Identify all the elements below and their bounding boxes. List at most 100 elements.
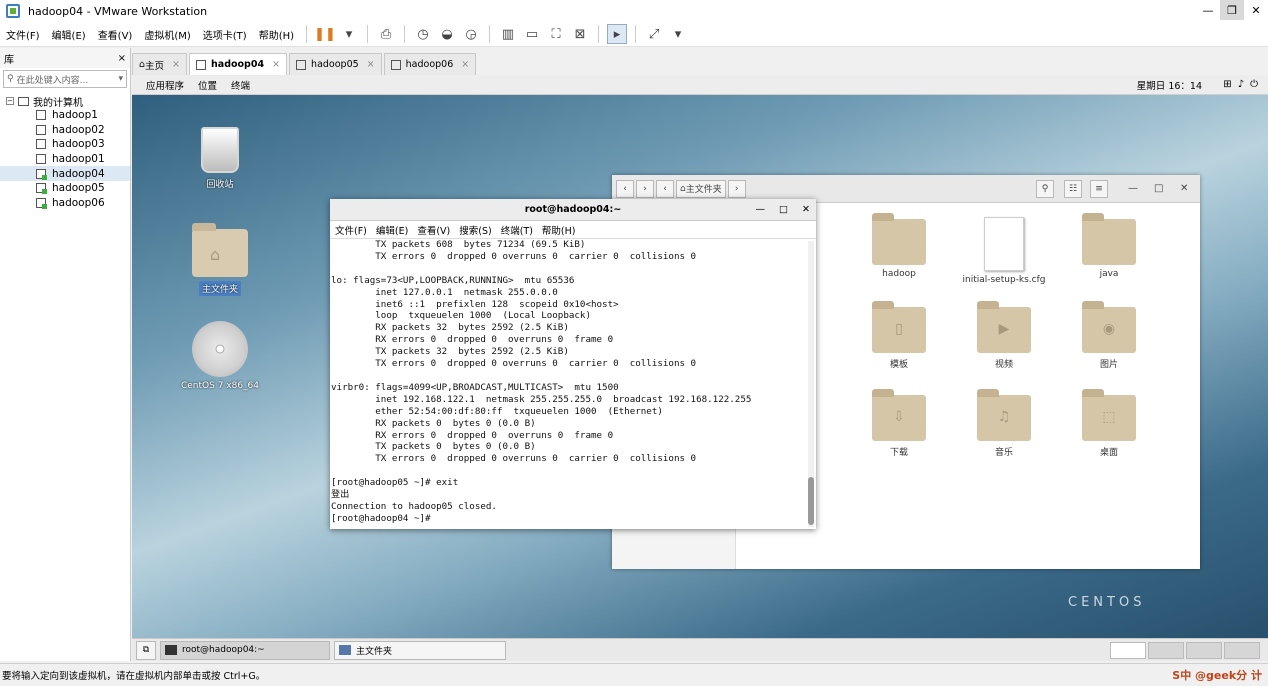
tree-item-vm[interactable]: hadoop05 (0, 181, 130, 196)
workspace-2[interactable] (1148, 641, 1184, 659)
close-icon[interactable]: × (367, 59, 375, 70)
workspace-switcher[interactable] (1110, 641, 1260, 659)
menu-view[interactable]: 查看(V) (92, 27, 139, 42)
collapse-icon[interactable]: − (6, 97, 14, 105)
revert-snapshot-icon[interactable]: ◒ (437, 24, 457, 44)
unity-icon[interactable]: ⊠ (570, 24, 590, 44)
minimize-icon[interactable]: — (756, 199, 766, 221)
desktop-home-folder[interactable]: ⌂ 主文件夹 (180, 223, 260, 296)
desktop[interactable]: 回收站 ⌂ 主文件夹 CentOS 7 x86_64 CENTOS ‹ › ‹ … (132, 95, 1268, 638)
workspace-3[interactable] (1186, 641, 1222, 659)
path-right-button[interactable]: › (727, 179, 746, 198)
menu-places[interactable]: 位置 (198, 78, 217, 92)
pictures-folder-icon: ◉ (1082, 301, 1136, 353)
tree-item-vm-selected[interactable]: hadoop04 (0, 166, 130, 181)
close-icon[interactable]: × (272, 59, 280, 70)
snapshot-icon[interactable]: ◷ (413, 24, 433, 44)
stretch-icon[interactable]: ⤢ (644, 24, 664, 44)
tree-item-vm[interactable]: hadoop01 (0, 152, 130, 167)
menu-vm[interactable]: 虚拟机(M) (138, 27, 196, 42)
back-button[interactable]: ‹ (616, 179, 634, 198)
terminal-menu-search[interactable]: 搜索(S) (459, 223, 491, 237)
folder-item[interactable]: java (1064, 213, 1154, 279)
path-bar-home[interactable]: ⌂ 主文件夹 (676, 179, 726, 198)
menu-tabs[interactable]: 选项卡(T) (197, 27, 253, 42)
console-view-icon[interactable]: ▸ (607, 24, 628, 44)
file-item[interactable]: initial-setup-ks.cfg (959, 217, 1049, 285)
tab-hadoop06[interactable]: hadoop06 × (383, 53, 477, 75)
maximize-icon[interactable]: □ (779, 199, 788, 221)
restore-button[interactable]: ❐ (1220, 0, 1244, 20)
volume-icon: ♪ (1237, 79, 1245, 90)
tree-item-vm[interactable]: hadoop03 (0, 137, 130, 152)
folder-item[interactable]: hadoop (854, 213, 944, 279)
taskbar-item-terminal[interactable]: root@hadoop04:~ (160, 640, 330, 660)
tree-item-vm[interactable]: hadoop1 (0, 108, 130, 123)
folder-icon (872, 213, 926, 265)
maximize-icon[interactable]: □ (1154, 183, 1163, 194)
tree-item-vm[interactable]: hadoop02 (0, 123, 130, 138)
tree-item-vm[interactable]: hadoop06 (0, 196, 130, 211)
guest-screen[interactable]: 应用程序 位置 终端 星期日 16：14 ⊞ ♪ ⏻ 回收站 ⌂ 主文件夹 Ce… (132, 75, 1268, 661)
toolbar-separator (404, 25, 406, 43)
clock[interactable]: 星期日 16：14 (1137, 78, 1202, 92)
minimize-button[interactable]: — (1196, 0, 1220, 20)
close-button[interactable]: ✕ (1244, 0, 1268, 20)
vm-running-icon (36, 183, 47, 195)
terminal-menu-help[interactable]: 帮助(H) (542, 223, 576, 237)
terminal-menu-view[interactable]: 查看(V) (417, 223, 450, 237)
tab-home[interactable]: ⌂ 主页 × (132, 53, 188, 75)
workspace-1[interactable] (1110, 641, 1146, 659)
close-icon[interactable]: × (172, 59, 180, 70)
view-options-button[interactable]: ☷ (1064, 179, 1082, 198)
menu-applications[interactable]: 应用程序 (146, 78, 184, 92)
terminal-scrollbar[interactable] (808, 241, 814, 527)
tab-hadoop05[interactable]: hadoop05 × (289, 53, 382, 75)
workspace-4[interactable] (1224, 641, 1260, 659)
terminal-menu-edit[interactable]: 编辑(E) (376, 223, 408, 237)
folder-icon (1082, 213, 1136, 265)
snapshot-manager-icon[interactable]: ◶ (461, 24, 481, 44)
library-search-input[interactable]: ⚲ 在此处键入内容... ▾ (3, 70, 127, 88)
terminal-output[interactable]: TX packets 608 bytes 71234 (69.5 KiB) TX… (330, 239, 806, 529)
system-tray[interactable]: ⊞ ♪ ⏻ (1223, 79, 1258, 90)
terminal-menu-terminal[interactable]: 终端(T) (501, 223, 533, 237)
dropdown-arrow-icon[interactable]: ▾ (668, 24, 688, 44)
menu-edit[interactable]: 编辑(E) (46, 27, 92, 42)
folder-item[interactable]: ▶ 视频 (959, 301, 1049, 370)
tree-root-my-computer[interactable]: − 我的计算机 (0, 94, 130, 109)
dropdown-arrow-icon[interactable]: ▾ (339, 24, 359, 44)
folder-item[interactable]: ⇩ 下载 (854, 389, 944, 458)
library-close-icon[interactable]: × (118, 53, 126, 64)
fullscreen-icon[interactable]: ⛶ (546, 24, 566, 44)
desktop-cd[interactable]: CentOS 7 x86_64 (180, 321, 260, 391)
folder-item[interactable]: ◉ 图片 (1064, 301, 1154, 370)
path-left-button[interactable]: ‹ (656, 179, 674, 198)
folder-item[interactable]: ⬚ 桌面 (1064, 389, 1154, 458)
terminal-menu-file[interactable]: 文件(F) (335, 223, 367, 237)
vm-icon (36, 154, 46, 165)
menu-button[interactable]: ≡ (1090, 179, 1108, 198)
file-label: 下载 (889, 448, 908, 458)
menu-help[interactable]: 帮助(H) (253, 27, 300, 42)
taskbar-item-files[interactable]: 主文件夹 (334, 640, 506, 660)
send-keys-icon[interactable]: ⎙ (376, 24, 396, 44)
close-icon[interactable]: ✕ (1180, 183, 1188, 194)
desktop-trash[interactable]: 回收站 (180, 127, 260, 190)
close-icon[interactable]: ✕ (802, 199, 810, 221)
menu-file[interactable]: 文件(F) (0, 27, 46, 42)
menu-terminal[interactable]: 终端 (231, 78, 250, 92)
close-icon[interactable]: × (461, 59, 469, 70)
tab-hadoop04[interactable]: hadoop04 × (189, 53, 288, 75)
folder-item[interactable]: ▯ 模板 (854, 301, 944, 370)
pause-icon[interactable]: ❚❚ (314, 24, 336, 44)
file-label: 桌面 (1099, 448, 1118, 458)
show-desktop-button[interactable]: ⧉ (136, 640, 156, 660)
thumbnail-view-icon[interactable]: ▭ (522, 24, 542, 44)
folder-item[interactable]: ♫ 音乐 (959, 389, 1049, 458)
forward-button[interactable]: › (636, 179, 654, 198)
search-button[interactable]: ⚲ (1036, 179, 1054, 198)
library-view-icon[interactable]: ▥ (498, 24, 518, 44)
minimize-icon[interactable]: — (1128, 183, 1138, 194)
chevron-down-icon[interactable]: ▾ (118, 74, 123, 84)
